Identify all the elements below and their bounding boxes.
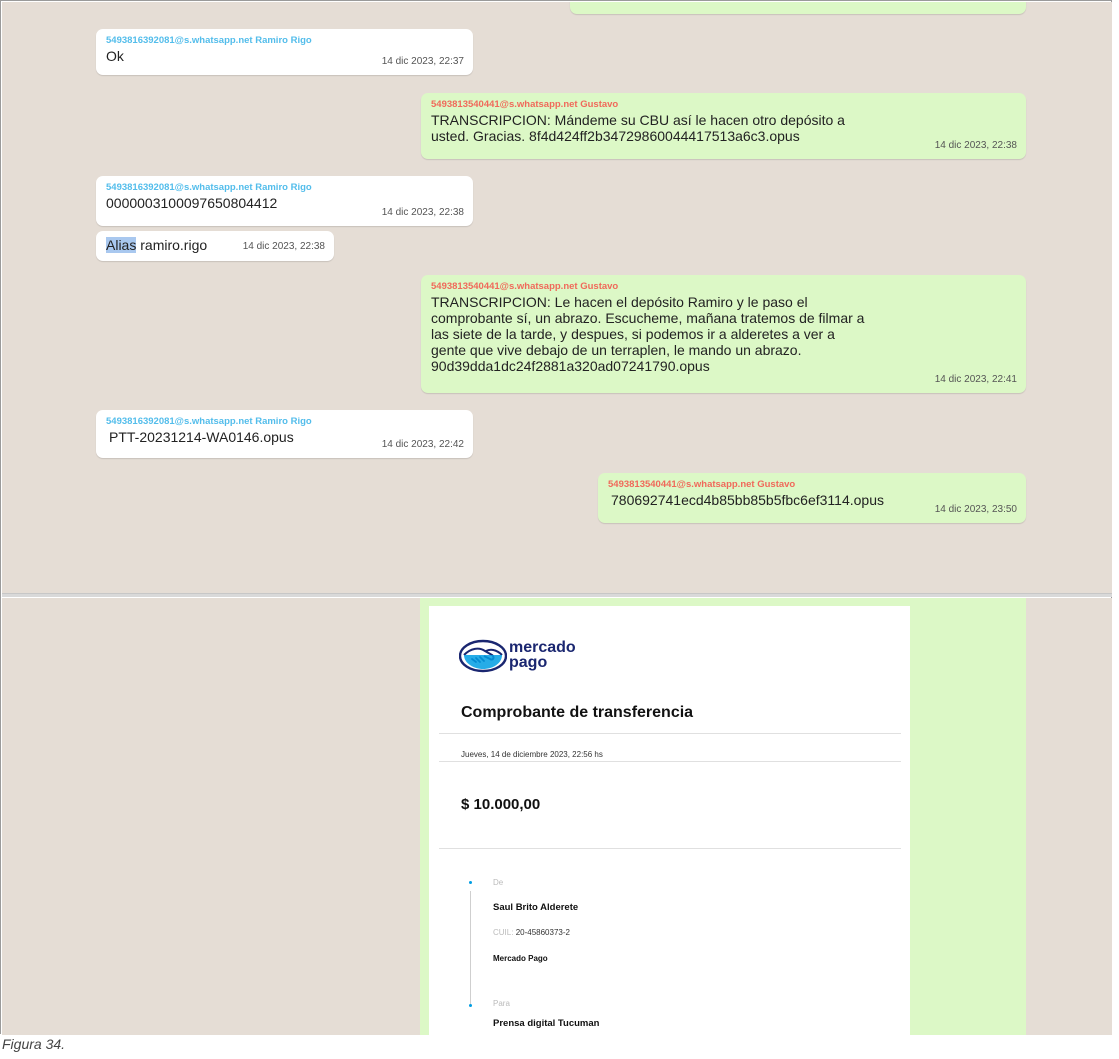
divider [439, 761, 901, 762]
message-timestamp: 14 dic 2023, 22:41 [934, 374, 1017, 385]
message-timestamp: 14 dic 2023, 22:42 [381, 439, 464, 450]
message-text: TRANSCRIPCION: Le hacen el depósito Rami… [431, 294, 865, 374]
timeline-dot [469, 1004, 472, 1007]
timeline-dot [469, 881, 472, 884]
message-sender: 5493813540441@s.whatsapp.net Gustavo [608, 479, 796, 490]
to-label: Para [493, 999, 510, 1008]
message-sender: 5493813540441@s.whatsapp.net Gustavo [431, 281, 619, 292]
from-cuil: CUIL: 20-45860373-2 [493, 928, 570, 937]
message-bubble[interactable]: 5493813540441@s.whatsapp.net Gustavo 780… [598, 473, 1026, 523]
divider [439, 848, 901, 849]
message-bubble[interactable]: 5493813540441@s.whatsapp.net Gustavo TRA… [421, 93, 1026, 159]
from-bank: Mercado Pago [493, 954, 548, 963]
cuil-value: 20-45860373-2 [515, 928, 570, 937]
screenshot-frame: 5493816392081@s.whatsapp.net Ramiro Rigo… [0, 0, 1112, 1035]
message-sender: 5493816392081@s.whatsapp.net Ramiro Rigo [106, 182, 312, 193]
panel-divider [2, 594, 1112, 597]
message-sender: 5493816392081@s.whatsapp.net Ramiro Rigo [106, 416, 312, 427]
message-bubble[interactable]: Alias ramiro.rigo 14 dic 2023, 22:38 [96, 231, 334, 261]
receipt-title: Comprobante de transferencia [461, 704, 694, 721]
to-name: Prensa digital Tucuman [493, 1018, 600, 1029]
logo-line-1: mercado [509, 639, 576, 656]
message-sender: 5493816392081@s.whatsapp.net Ramiro Rigo [106, 35, 312, 46]
receipt-date: Jueves, 14 de diciembre 2023, 22:56 hs [461, 750, 603, 759]
message-timestamp: 14 dic 2023, 22:37 [381, 56, 464, 67]
handshake-icon [459, 639, 507, 673]
selected-text-highlight: Alias [106, 237, 137, 253]
message-bubble[interactable]: 5493813540441@s.whatsapp.net Gustavo TRA… [421, 275, 1026, 393]
divider [439, 733, 901, 734]
message-timestamp: 14 dic 2023, 22:38 [242, 241, 325, 252]
message-text-rest: ramiro.rigo [136, 237, 208, 253]
message-text: TRANSCRIPCION: Mándeme su CBU así le hac… [431, 112, 845, 144]
message-timestamp: 14 dic 2023, 22:38 [381, 207, 464, 218]
receipt-amount: $ 10.000,00 [461, 796, 541, 813]
figure-caption: Figura 34. [2, 1036, 66, 1052]
from-name: Saul Brito Alderete [493, 902, 579, 913]
message-bubble[interactable]: 5493816392081@s.whatsapp.net Ramiro Rigo… [96, 410, 473, 458]
chat-panel-image-message[interactable]: mercado pago Comprobante de transferenci… [2, 598, 1112, 1035]
message-bubble[interactable]: 5493816392081@s.whatsapp.net Ramiro Rigo… [96, 29, 473, 75]
chat-panel[interactable]: 5493816392081@s.whatsapp.net Ramiro Rigo… [2, 2, 1112, 594]
logo-line-2: pago [509, 654, 548, 671]
transfer-receipt-image[interactable]: mercado pago Comprobante de transferenci… [429, 606, 910, 1035]
message-bubble[interactable]: 5493816392081@s.whatsapp.net Ramiro Rigo… [96, 176, 473, 226]
logo-wordmark: mercado pago [509, 639, 576, 671]
previous-message-bubble [570, 2, 1026, 14]
message-sender: 5493813540441@s.whatsapp.net Gustavo [431, 99, 619, 110]
mercado-pago-logo: mercado pago [459, 636, 619, 676]
cuil-label: CUIL: [493, 928, 514, 937]
timeline-line [470, 891, 471, 1006]
from-label: De [493, 878, 504, 887]
message-timestamp: 14 dic 2023, 22:38 [934, 140, 1017, 151]
message-timestamp: 14 dic 2023, 23:50 [934, 504, 1017, 515]
